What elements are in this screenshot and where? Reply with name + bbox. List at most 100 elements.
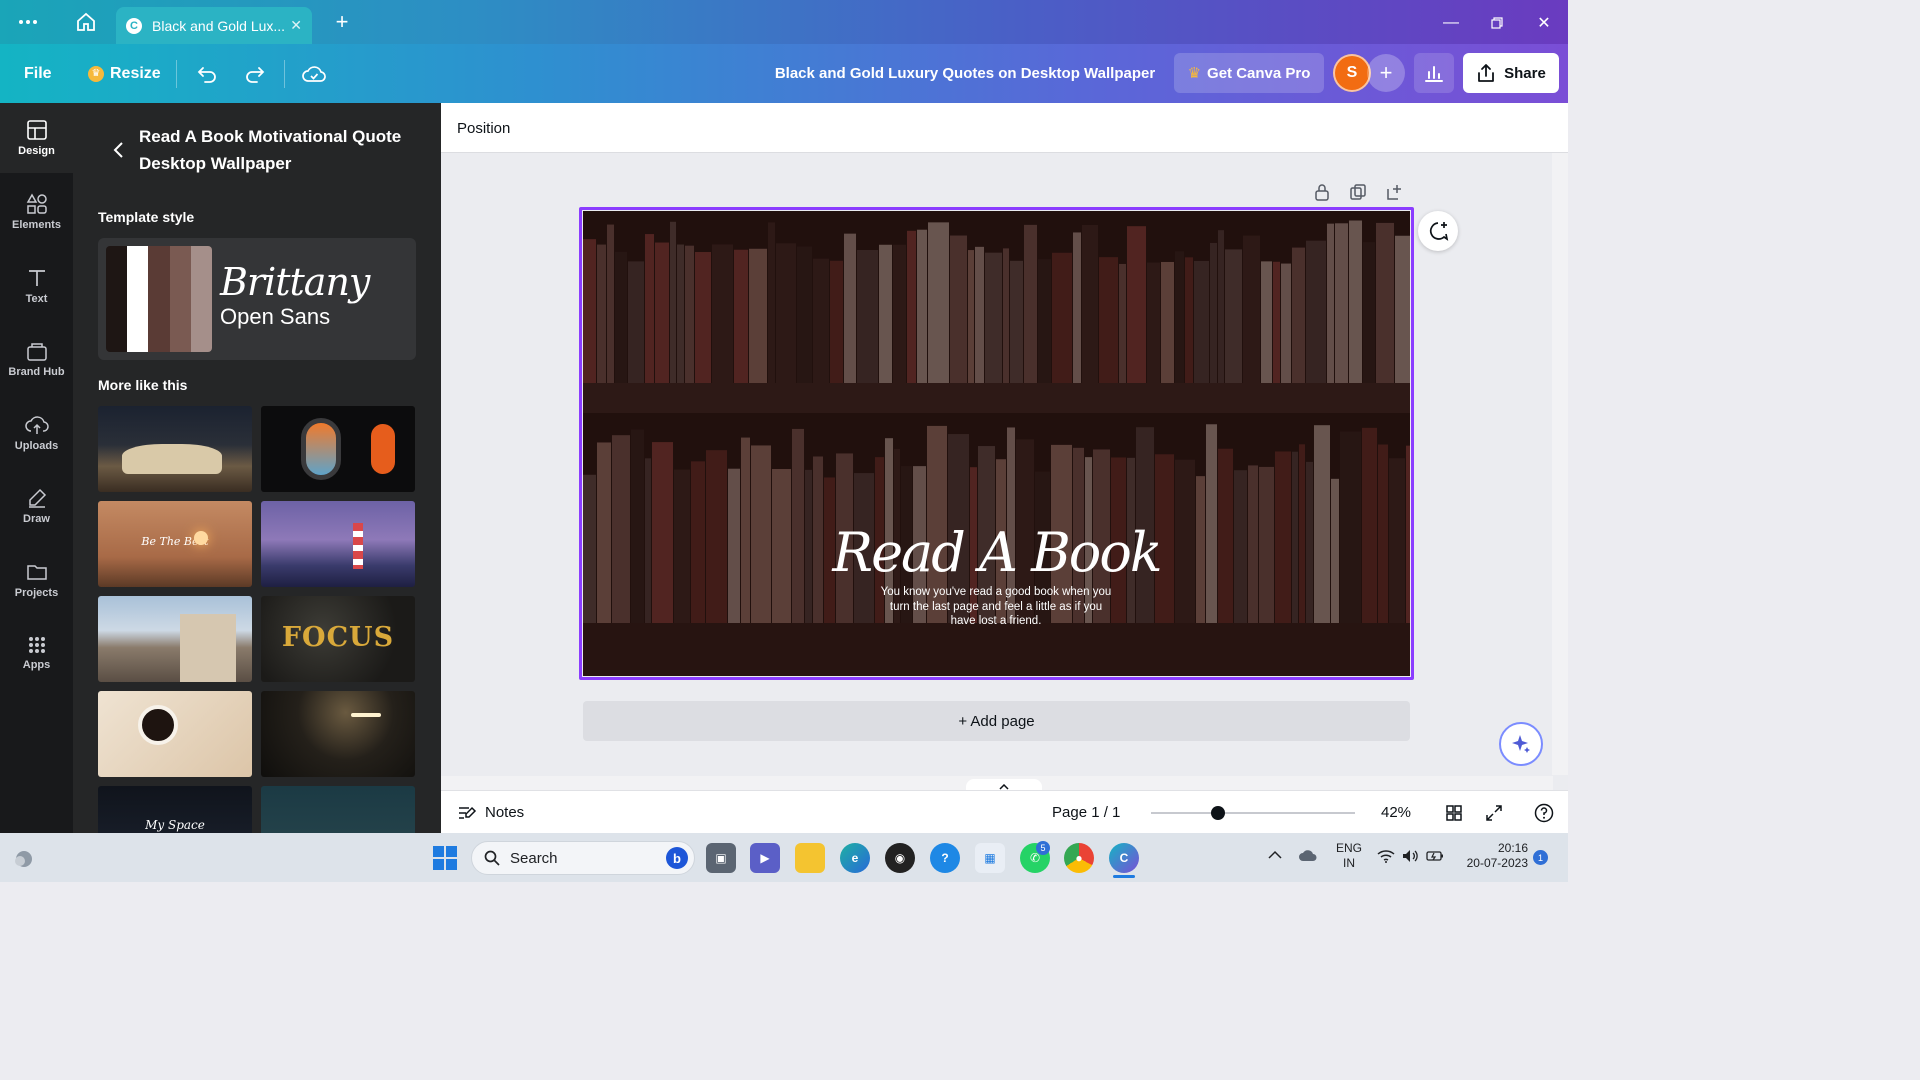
undo-icon[interactable]	[196, 44, 218, 103]
magic-assistant-button[interactable]	[1499, 722, 1543, 766]
rail-item-text[interactable]: Text	[0, 251, 73, 321]
language-code: ENG	[1335, 841, 1362, 855]
system-clock[interactable]: 20:16 20-07-2023	[1456, 841, 1528, 871]
zoom-level[interactable]: 42%	[1381, 791, 1411, 834]
zoom-slider-track[interactable]	[1151, 812, 1355, 814]
template-thumbnail[interactable]	[98, 406, 252, 492]
notes-button[interactable]: Notes	[457, 791, 524, 834]
battery-icon[interactable]	[1426, 849, 1444, 863]
template-thumbnail[interactable]: My Space	[98, 786, 252, 833]
template-thumbnail[interactable]	[261, 691, 415, 777]
window-shape	[371, 424, 395, 474]
template-thumbnail[interactable]: Be The Best	[98, 501, 252, 587]
insights-icon[interactable]	[1414, 53, 1454, 93]
chrome-icon[interactable]: ●	[1064, 843, 1094, 873]
quote-title[interactable]: Read A Book	[583, 521, 1410, 584]
zoom-slider-handle[interactable]	[1211, 806, 1226, 820]
help-app-icon[interactable]: ?	[930, 843, 960, 873]
crown-icon: ♛	[88, 65, 104, 82]
task-view-icon[interactable]: ▣	[706, 843, 736, 873]
search-placeholder: Search	[510, 849, 558, 867]
edge-icon[interactable]: e	[840, 843, 870, 873]
elements-icon	[26, 193, 47, 214]
file-menu-button[interactable]: File	[24, 44, 52, 103]
rail-item-design[interactable]: Design	[0, 103, 73, 173]
template-thumbnail[interactable]	[261, 786, 415, 833]
template-style-card[interactable]: Brittany Open Sans	[98, 238, 416, 360]
close-window-icon[interactable]: ✕	[1529, 8, 1559, 38]
template-thumbnail[interactable]	[261, 406, 415, 492]
duplicate-page-icon[interactable]	[1347, 181, 1369, 203]
rail-item-brand-hub[interactable]: Brand Hub	[0, 324, 73, 394]
help-icon[interactable]	[1533, 802, 1555, 824]
taskbar-search[interactable]: Search b	[471, 841, 695, 875]
lighthouse-shape	[353, 523, 363, 569]
grid-view-icon[interactable]	[1443, 802, 1465, 824]
document-title[interactable]: Black and Gold Luxury Quotes on Desktop …	[740, 44, 1190, 103]
fullscreen-icon[interactable]	[1483, 802, 1505, 824]
show-hidden-icons-icon[interactable]	[1268, 850, 1282, 860]
browser-tab-active[interactable]: C Black and Gold Lux... ✕	[116, 7, 312, 44]
redo-icon[interactable]	[244, 44, 266, 103]
rail-label: Text	[25, 293, 48, 305]
rail-item-draw[interactable]: Draw	[0, 471, 73, 541]
rail-item-projects[interactable]: Projects	[0, 545, 73, 615]
palette-swatch[interactable]	[148, 246, 170, 352]
input-language[interactable]: ENG IN	[1334, 841, 1364, 871]
add-comment-button[interactable]	[1418, 211, 1458, 251]
thumbnail-text: Be The Best	[141, 535, 209, 548]
close-tab-icon[interactable]: ✕	[290, 17, 302, 34]
color-palette[interactable]	[106, 246, 212, 352]
weather-icon[interactable]	[12, 847, 36, 869]
template-thumbnail[interactable]	[98, 596, 252, 682]
rail-item-uploads[interactable]: Uploads	[0, 398, 73, 468]
editor-footer: Notes Page 1 / 1 42%	[441, 790, 1568, 833]
vertical-scrollbar[interactable]	[1552, 153, 1568, 775]
rail-item-apps[interactable]: Apps	[0, 618, 73, 688]
teams-icon[interactable]: ▶	[750, 843, 780, 873]
design-icon	[26, 120, 47, 140]
design-page[interactable]: Read A Book You know you've read a good …	[583, 211, 1410, 676]
user-avatar[interactable]: S	[1333, 54, 1371, 92]
thumbnail-text: My Space	[145, 818, 205, 832]
lock-icon[interactable]	[1311, 181, 1333, 203]
side-navigation: Design Elements Text Brand Hub Uploads D…	[0, 103, 73, 833]
add-member-button[interactable]: +	[1367, 54, 1405, 92]
minimize-icon[interactable]: —	[1436, 8, 1466, 38]
wifi-icon[interactable]	[1377, 849, 1395, 863]
onedrive-icon[interactable]	[1298, 849, 1318, 863]
rail-item-elements[interactable]: Elements	[0, 177, 73, 247]
cloud-saved-icon[interactable]	[302, 44, 326, 103]
uploads-icon	[24, 416, 49, 434]
restore-icon[interactable]	[1482, 8, 1512, 38]
window-shape	[301, 418, 341, 480]
text-icon	[28, 270, 45, 286]
microsoft-store-icon[interactable]: ▦	[975, 843, 1005, 873]
windows-start-icon[interactable]	[430, 843, 460, 873]
volume-icon[interactable]	[1402, 849, 1420, 863]
add-page-icon[interactable]	[1384, 181, 1406, 203]
file-explorer-icon[interactable]	[795, 843, 825, 873]
share-button[interactable]: Share	[1463, 53, 1559, 93]
template-thumbnail[interactable]: FOCUS	[261, 596, 415, 682]
back-chevron-icon[interactable]	[107, 139, 129, 161]
palette-swatch[interactable]	[127, 246, 149, 352]
get-canva-pro-button[interactable]: ♛ Get Canva Pro	[1174, 53, 1324, 93]
palette-swatch[interactable]	[190, 246, 212, 352]
notification-badge[interactable]: 1	[1533, 850, 1548, 865]
palette-swatch[interactable]	[169, 246, 191, 352]
browser-menu-icon[interactable]	[12, 6, 44, 38]
quote-body[interactable]: You know you've read a good book when yo…	[876, 585, 1116, 629]
home-icon[interactable]	[70, 6, 102, 38]
new-tab-icon[interactable]: +	[326, 6, 358, 38]
resize-button[interactable]: ♛ Resize	[88, 44, 161, 103]
template-thumbnail[interactable]	[98, 691, 252, 777]
position-button[interactable]: Position	[457, 103, 510, 153]
apps-icon	[28, 637, 45, 653]
palette-swatch[interactable]	[106, 246, 128, 352]
github-icon[interactable]: ◉	[885, 843, 915, 873]
canva-app-icon[interactable]: C	[1109, 843, 1139, 873]
page-counter[interactable]: Page 1 / 1	[1052, 791, 1120, 834]
add-page-button[interactable]: + Add page	[583, 701, 1410, 741]
template-thumbnail[interactable]	[261, 501, 415, 587]
